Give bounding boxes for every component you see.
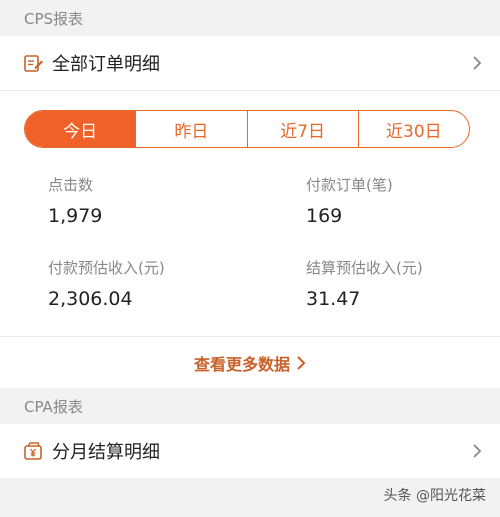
cpa-section-header: CPA报表 bbox=[0, 388, 500, 424]
view-more-label: 查看更多数据 bbox=[193, 354, 290, 374]
cps-stats-panel: 今日 昨日 近7日 近30日 点击数 1,979 付款订单(笔) 169 付款预… bbox=[0, 91, 500, 388]
stat-value: 2,306.04 bbox=[48, 288, 133, 310]
stat-value: 1,979 bbox=[48, 205, 103, 227]
stat-clicks: 点击数 1,979 bbox=[48, 174, 274, 227]
stat-label: 点击数 bbox=[48, 176, 94, 194]
monthly-settlement-label: 分月结算明细 bbox=[52, 442, 160, 463]
tab-yesterday[interactable]: 昨日 bbox=[135, 111, 246, 147]
stat-paid-estimated-income: 付款预估收入(元) 2,306.04 bbox=[48, 257, 274, 310]
stat-label: 结算预估收入(元) bbox=[306, 259, 423, 277]
view-more-data-link[interactable]: 查看更多数据 bbox=[0, 336, 500, 388]
stat-value: 31.47 bbox=[306, 288, 361, 310]
tab-today[interactable]: 今日 bbox=[25, 111, 136, 147]
stat-label: 付款订单(笔) bbox=[306, 176, 393, 194]
stats-grid: 点击数 1,979 付款订单(笔) 169 付款预估收入(元) 2,306.04… bbox=[0, 148, 500, 310]
all-orders-row[interactable]: 全部订单明细 bbox=[0, 36, 500, 90]
chevron-right-icon bbox=[296, 355, 306, 371]
edit-document-icon bbox=[22, 52, 44, 74]
date-range-tabs: 今日 昨日 近7日 近30日 bbox=[24, 110, 470, 148]
cpa-section-title: CPA报表 bbox=[24, 397, 83, 416]
tab-last-7-days[interactable]: 近7日 bbox=[246, 111, 358, 147]
watermark: 头条 @阳光花菜 bbox=[383, 488, 486, 504]
stat-settled-estimated-income: 结算预估收入(元) 31.47 bbox=[274, 257, 500, 310]
stat-paid-orders: 付款订单(笔) 169 bbox=[274, 174, 500, 227]
all-orders-label: 全部订单明细 bbox=[52, 54, 160, 75]
stat-label: 付款预估收入(元) bbox=[48, 259, 165, 277]
chevron-right-icon bbox=[470, 56, 484, 70]
chevron-right-icon bbox=[470, 444, 484, 458]
stat-value: 169 bbox=[306, 205, 343, 227]
yen-wallet-icon bbox=[22, 440, 44, 462]
cps-section-header: CPS报表 bbox=[0, 0, 500, 36]
cps-section-title: CPS报表 bbox=[24, 9, 84, 28]
monthly-settlement-row[interactable]: 分月结算明细 bbox=[0, 424, 500, 478]
tab-last-30-days[interactable]: 近30日 bbox=[357, 111, 469, 147]
